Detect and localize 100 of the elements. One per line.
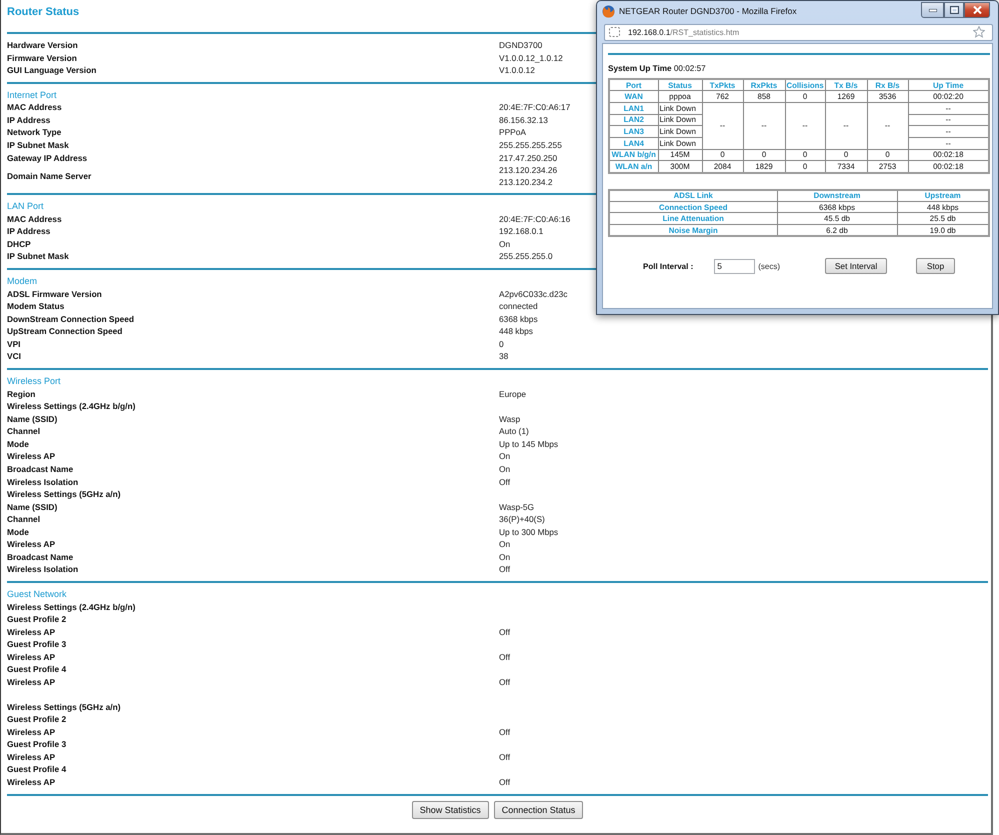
field-value: V1.0.0.12 [499, 64, 535, 77]
field-label: Broadcast Name [7, 463, 74, 476]
field-value: 213.120.234.26 [499, 164, 558, 176]
field-value: Off [499, 563, 510, 576]
field-label: Name (SSID) [7, 412, 58, 426]
field-label: Wireless AP [7, 450, 56, 463]
field-value: 217.47.250.250 [499, 152, 558, 164]
field-label: Wireless Isolation [7, 563, 78, 576]
page-title: Router Status [7, 5, 80, 19]
field-label: UpStream Connection Speed [7, 325, 122, 338]
field-value: Europe [499, 388, 526, 400]
field-value: Off [499, 476, 510, 488]
field-value: 448 kbps [499, 325, 533, 338]
field-value: 20:4E:7F:C0:A6:16 [499, 212, 570, 226]
field-value: Wasp [499, 412, 520, 426]
maximize-button[interactable] [944, 2, 964, 18]
field-value: Off [499, 726, 510, 738]
field-label: ADSL Firmware Version [7, 288, 102, 300]
group-label: Wireless Settings (2.4GHz b/g/n) [7, 600, 136, 614]
close-button[interactable] [964, 2, 990, 18]
address-field[interactable]: 192.168.0.1/RST_statistics.htm [604, 24, 993, 40]
field-label: Modem Status [7, 300, 64, 313]
field-label: Broadcast Name [7, 550, 74, 564]
field-value: Off [499, 676, 510, 688]
field-value: Off [499, 626, 510, 638]
field-value: 255.255.255.255 [499, 139, 562, 152]
field-label: Hardware Version [7, 39, 78, 52]
field-label: Wireless AP [7, 626, 56, 638]
section-heading: Guest Network [7, 588, 67, 601]
set-interval-button[interactable]: Set Interval [825, 258, 888, 274]
group-label: Guest Profile 4 [7, 663, 66, 676]
field-value: 6368 kbps [499, 312, 538, 326]
field-label: MAC Address [7, 212, 62, 226]
section-heading: LAN Port [7, 200, 44, 213]
section-heading: Internet Port [7, 88, 57, 102]
show-statistics-button[interactable]: Show Statistics [412, 800, 489, 819]
dashed-square-icon [609, 27, 620, 37]
field-value: On [499, 238, 510, 250]
field-value: 36(P)+40(S) [499, 513, 545, 526]
poll-interval-field[interactable]: 5 [714, 258, 756, 274]
section-heading: Modem [7, 275, 38, 288]
field-label: VCI [7, 350, 21, 363]
poll-interval-label: Poll Interval : [643, 262, 694, 271]
field-label: IP Subnet Mask [7, 139, 69, 152]
field-value: On [499, 450, 510, 463]
field-label: Mode [7, 526, 29, 538]
star-icon[interactable] [973, 26, 985, 38]
field-label: Region [7, 388, 36, 400]
field-label: IP Address [7, 114, 50, 126]
group-label: Guest Profile 3 [7, 638, 66, 651]
connection-status-button[interactable]: Connection Status [494, 800, 584, 819]
field-value: DGND3700 [499, 39, 542, 52]
field-label: Name (SSID) [7, 500, 58, 514]
field-label: Wireless AP [7, 726, 56, 738]
group-label: Guest Profile 2 [7, 713, 66, 726]
uptime-text: System Up Time 00:02:57 [608, 63, 706, 75]
field-value: Up to 300 Mbps [499, 526, 558, 538]
field-value: 20:4E:7F:C0:A6:17 [499, 101, 570, 114]
field-label: IP Address [7, 225, 50, 238]
group-label: Wireless Settings (5GHz a/n) [7, 700, 120, 714]
field-label: VPI [7, 338, 20, 350]
field-label: Wireless AP [7, 750, 56, 764]
field-value: PPPoA [499, 126, 526, 139]
field-label: DownStream Connection Speed [7, 312, 134, 326]
field-value: On [499, 463, 510, 476]
field-value: Off [499, 776, 510, 789]
field-value: Auto (1) [499, 425, 529, 438]
field-value: Up to 145 Mbps [499, 438, 558, 450]
field-value: V1.0.0.12_1.0.12 [499, 52, 563, 64]
field-value: Off [499, 650, 510, 664]
group-label: Wireless Settings (2.4GHz b/g/n) [7, 400, 136, 413]
field-value: 38 [499, 350, 508, 363]
field-value: 192.168.0.1 [499, 225, 544, 238]
field-label: Wireless Isolation [7, 476, 78, 488]
stop-button[interactable]: Stop [916, 258, 956, 274]
field-label: Wireless AP [7, 676, 56, 688]
field-label: Gateway IP Address [7, 152, 88, 164]
field-label: DHCP [7, 238, 31, 250]
field-value: Off [499, 750, 510, 764]
field-label: Domain Name Server [7, 170, 92, 182]
minimize-button[interactable] [921, 2, 944, 18]
window-title: NETGEAR Router DGND3700 - Mozilla Firefox [619, 6, 797, 16]
field-value: 86.156.32.13 [499, 114, 548, 126]
field-label: Wireless AP [7, 776, 56, 789]
minimize-icon [928, 8, 936, 12]
field-label: Mode [7, 438, 29, 450]
field-value: On [499, 538, 510, 551]
field-label: Channel [7, 513, 40, 526]
group-label: Guest Profile 4 [7, 763, 66, 776]
field-value: A2pv6C033c.d23c [499, 288, 568, 300]
unit-label: (secs) [758, 262, 780, 271]
field-value: 255.255.255.0 [499, 250, 553, 263]
url-text[interactable]: 192.168.0.1/RST_statistics.htm [628, 28, 740, 36]
field-label: IP Subnet Mask [7, 250, 69, 263]
field-label: Channel [7, 425, 40, 438]
field-label: GUI Language Version [7, 64, 96, 77]
field-value: Wasp-5G [499, 500, 534, 514]
field-label: MAC Address [7, 101, 62, 114]
group-label: Wireless Settings (5GHz a/n) [7, 488, 120, 501]
group-label: Guest Profile 3 [7, 738, 66, 751]
